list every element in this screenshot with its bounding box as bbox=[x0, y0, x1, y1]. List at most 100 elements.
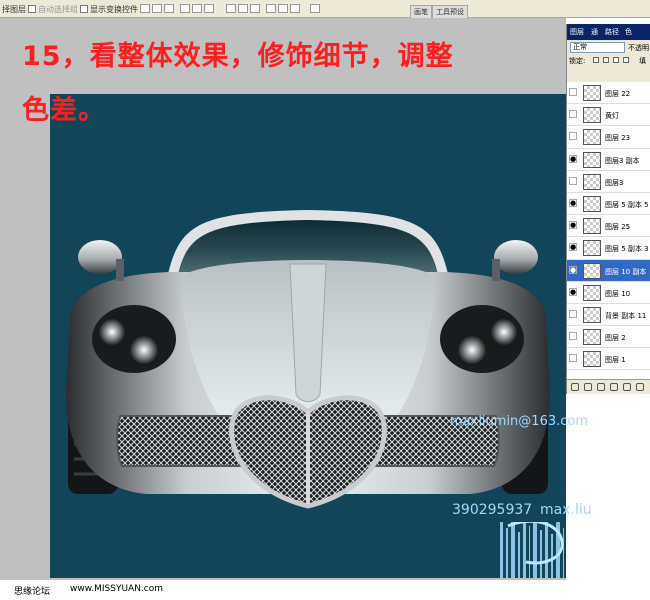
layer-name: 图层 10 bbox=[605, 289, 631, 298]
layer-style-icon[interactable] bbox=[584, 383, 592, 391]
fill-label: 填 bbox=[639, 57, 646, 65]
align-top-icon[interactable] bbox=[140, 4, 150, 13]
auto-select-checkbox[interactable] bbox=[28, 5, 36, 13]
watermark-code: 390295937 bbox=[452, 502, 533, 518]
layer-thumbnail bbox=[583, 306, 601, 323]
left-headlight-inner bbox=[129, 335, 159, 365]
show-transform-checkbox[interactable] bbox=[80, 5, 88, 13]
visibility-eye-icon[interactable]: ● bbox=[569, 243, 577, 252]
layer-row[interactable]: 背景 副本 11 bbox=[567, 304, 650, 327]
tab-tool-presets[interactable]: 工具预设 bbox=[432, 5, 468, 18]
layer-row[interactable]: ● 图层 25 bbox=[567, 215, 650, 238]
distribute-bottom-icon[interactable] bbox=[250, 4, 260, 13]
adjustment-layer-icon[interactable] bbox=[610, 383, 618, 391]
footer: 思缘论坛 www.MISSYUAN.com bbox=[0, 580, 650, 600]
blend-mode-value: 正常 bbox=[573, 43, 587, 51]
layer-row[interactable]: ● 图层3 副本 bbox=[567, 149, 650, 171]
layer-thumbnail bbox=[583, 107, 601, 124]
hood-stripe bbox=[289, 263, 327, 402]
layer-row[interactable]: 图层 23 bbox=[567, 126, 650, 149]
visibility-eye-icon[interactable]: ● bbox=[569, 265, 577, 274]
layer-name: 图层3 副本 bbox=[605, 156, 640, 165]
lock-transparent-icon[interactable] bbox=[593, 57, 599, 63]
visibility-eye-icon[interactable]: ● bbox=[569, 154, 577, 163]
distribute-left-icon[interactable] bbox=[266, 4, 276, 13]
layer-row[interactable]: 图层 22 bbox=[567, 82, 650, 105]
layer-name: 背景 副本 11 bbox=[605, 311, 647, 320]
left-headlight-outer bbox=[98, 318, 126, 346]
layer-thumbnail bbox=[583, 85, 601, 101]
tab-paths[interactable]: 路径 bbox=[605, 27, 619, 37]
visibility-eye-icon[interactable] bbox=[569, 132, 577, 141]
visibility-eye-icon[interactable] bbox=[569, 309, 577, 318]
layer-row[interactable]: 图层3 bbox=[567, 171, 650, 193]
new-group-icon[interactable] bbox=[623, 383, 631, 391]
visibility-eye-icon[interactable] bbox=[569, 354, 577, 363]
tutorial-heading: 15，看整体效果，修饰细节，调整 色差。 bbox=[22, 30, 542, 138]
barcode-watermark bbox=[500, 522, 564, 578]
layer-name: 黄灯 bbox=[605, 112, 619, 121]
layer-thumbnail bbox=[583, 195, 601, 212]
tab-layers[interactable]: 图层 bbox=[570, 27, 584, 37]
distribute-vcenter-icon[interactable] bbox=[238, 4, 248, 13]
lock-pixels-icon[interactable] bbox=[603, 57, 609, 63]
auto-align-icon[interactable] bbox=[310, 4, 320, 13]
right-mirror bbox=[494, 240, 538, 274]
align-vcenter-icon[interactable] bbox=[152, 4, 162, 13]
heading-line-2: 色差。 bbox=[22, 95, 106, 126]
visibility-eye-icon[interactable] bbox=[569, 176, 577, 185]
layer-mask-icon[interactable] bbox=[597, 383, 605, 391]
tab-color[interactable]: 色 bbox=[625, 27, 632, 37]
layer-list: 图层 22 黄灯 图层 23 ● 图层3 副本 图层3 ● 图层 5 副本 5 ● 图层 25 ● 图… bbox=[567, 82, 650, 379]
watermark-name: max.liu bbox=[540, 502, 592, 518]
align-right-icon[interactable] bbox=[204, 4, 214, 13]
right-headlight-inner bbox=[457, 335, 487, 365]
link-layers-icon[interactable] bbox=[571, 383, 579, 391]
layer-name: 图层 25 bbox=[605, 223, 631, 232]
layer-name: 图层 10 副本 bbox=[605, 267, 647, 276]
layer-name: 图层 23 bbox=[605, 134, 631, 143]
align-hcenter-icon[interactable] bbox=[192, 4, 202, 13]
align-left-icon[interactable] bbox=[180, 4, 190, 13]
distribute-hcenter-icon[interactable] bbox=[278, 4, 288, 13]
layer-thumbnail bbox=[583, 173, 601, 190]
layer-thumbnail bbox=[583, 329, 601, 346]
tab-channels[interactable]: 通 bbox=[591, 27, 598, 37]
layer-row[interactable]: 图层 1 bbox=[567, 348, 650, 371]
layer-thumbnail bbox=[583, 284, 601, 301]
footer-site-url[interactable]: www.MISSYUAN.com bbox=[70, 584, 163, 594]
visibility-eye-icon[interactable]: ● bbox=[569, 221, 577, 230]
visibility-eye-icon[interactable] bbox=[569, 88, 577, 96]
visibility-eye-icon[interactable]: ● bbox=[569, 287, 577, 296]
blend-row: 正常 不透明 bbox=[567, 40, 650, 54]
blend-mode-select[interactable]: 正常 bbox=[570, 42, 625, 53]
auto-select-label: 自动选择组 bbox=[38, 5, 78, 14]
layer-row[interactable]: 黄灯 bbox=[567, 104, 650, 127]
lock-all-icon[interactable] bbox=[623, 57, 629, 63]
layer-thumbnail bbox=[583, 262, 601, 279]
layer-name: 图层3 bbox=[605, 178, 624, 187]
layers-panel-tabs: 图层 通 路径 色 bbox=[567, 24, 650, 40]
visibility-eye-icon[interactable] bbox=[569, 332, 577, 341]
layer-thumbnail bbox=[583, 240, 601, 257]
layer-thumbnail bbox=[583, 151, 601, 168]
layer-name: 图层 22 bbox=[605, 90, 631, 98]
layer-thumbnail bbox=[583, 351, 601, 368]
right-headlight-outer bbox=[490, 318, 518, 346]
new-layer-icon[interactable] bbox=[636, 383, 644, 391]
left-mirror bbox=[78, 240, 122, 274]
layer-row[interactable]: ● 图层 10 bbox=[567, 282, 650, 304]
show-transform-label: 显示变换控件 bbox=[90, 5, 138, 14]
lock-position-icon[interactable] bbox=[613, 57, 619, 63]
distribute-top-icon[interactable] bbox=[226, 4, 236, 13]
layer-row[interactable]: ● 图层 5 副本 5 bbox=[567, 193, 650, 216]
opacity-label: 不透明 bbox=[628, 44, 649, 52]
align-bottom-icon[interactable] bbox=[164, 4, 174, 13]
distribute-right-icon[interactable] bbox=[290, 4, 300, 13]
layer-row[interactable]: ● 图层 10 副本 bbox=[567, 259, 650, 282]
visibility-eye-icon[interactable] bbox=[569, 110, 577, 119]
layer-row[interactable]: 图层 2 bbox=[567, 326, 650, 349]
tab-brushes[interactable]: 画笔 bbox=[410, 5, 432, 18]
visibility-eye-icon[interactable]: ● bbox=[569, 198, 577, 207]
layer-row[interactable]: ● 图层 5 副本 3 bbox=[567, 237, 650, 260]
